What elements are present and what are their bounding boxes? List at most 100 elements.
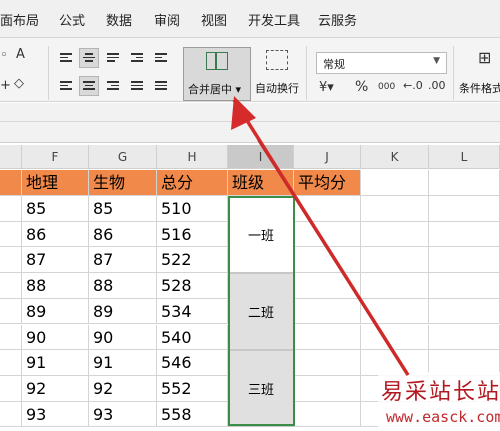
empty-cell[interactable] xyxy=(361,247,429,274)
empty-cell[interactable] xyxy=(429,170,500,196)
table-cell[interactable]: 92 xyxy=(22,375,89,402)
empty-cell[interactable] xyxy=(429,247,500,274)
empty-cell[interactable] xyxy=(429,324,500,351)
table-cell[interactable]: 534 xyxy=(157,298,228,325)
decimal-increase-icon[interactable]: ←.0 xyxy=(403,79,423,92)
empty-cell[interactable] xyxy=(0,221,22,248)
table-cell[interactable]: 92 xyxy=(89,375,157,402)
table-header-cell[interactable]: 生物 xyxy=(89,170,157,196)
table-cell[interactable]: 89 xyxy=(89,298,157,325)
table-cell[interactable]: 546 xyxy=(157,350,228,376)
table-header-cell[interactable]: 班级 xyxy=(228,170,294,196)
table-header-cell[interactable]: 总分 xyxy=(157,170,228,196)
thousands-separator-button[interactable]: 000 xyxy=(378,82,395,92)
align-middle-icon[interactable] xyxy=(79,48,99,68)
merged-cell-class-1[interactable]: 一班 xyxy=(228,196,294,273)
menu-developer-tools[interactable]: 开发工具 xyxy=(248,10,300,29)
align-right-icon[interactable] xyxy=(103,76,123,96)
merge-center-button[interactable]: 合并居中 ▾ xyxy=(183,47,251,101)
conditional-format-button[interactable]: 条件格式 xyxy=(459,80,500,96)
average-cell[interactable] xyxy=(294,247,361,274)
table-cell[interactable]: 86 xyxy=(22,221,89,248)
table-cell[interactable]: 93 xyxy=(22,401,89,428)
menu-view[interactable]: 视图 xyxy=(201,10,227,29)
average-cell[interactable] xyxy=(294,350,361,376)
conditional-format-icon[interactable]: ⊞ xyxy=(478,48,491,67)
table-header-cell[interactable]: 地理 xyxy=(22,170,89,196)
align-bottom-icon[interactable] xyxy=(103,48,123,68)
table-cell[interactable]: 87 xyxy=(89,247,157,274)
average-cell[interactable] xyxy=(294,324,361,351)
column-header-i[interactable]: I xyxy=(228,145,294,169)
column-header-e[interactable] xyxy=(0,145,22,169)
empty-cell[interactable] xyxy=(361,170,429,196)
merged-cell-class-3[interactable]: 三班 xyxy=(228,350,294,427)
empty-cell[interactable] xyxy=(429,221,500,248)
header-cell-e[interactable] xyxy=(0,170,22,196)
empty-cell[interactable] xyxy=(429,298,500,325)
table-cell[interactable]: 85 xyxy=(22,196,89,222)
table-header-cell[interactable]: 平均分 xyxy=(294,170,361,196)
empty-cell[interactable] xyxy=(0,401,22,428)
menu-cloud-services[interactable]: 云服务 xyxy=(318,10,357,29)
empty-cell[interactable] xyxy=(0,350,22,376)
table-cell[interactable]: 93 xyxy=(89,401,157,428)
table-cell[interactable]: 91 xyxy=(89,350,157,376)
merged-cell-class-2[interactable]: 二班 xyxy=(228,273,294,350)
column-header-h[interactable]: H xyxy=(157,145,228,169)
empty-cell[interactable] xyxy=(361,196,429,222)
menu-data[interactable]: 数据 xyxy=(106,10,132,29)
menu-page-layout[interactable]: 面布局 xyxy=(0,10,39,29)
empty-cell[interactable] xyxy=(0,273,22,299)
decimal-decrease-icon[interactable]: .00 xyxy=(428,79,446,92)
menu-review[interactable]: 审阅 xyxy=(154,10,180,29)
empty-cell[interactable] xyxy=(0,375,22,402)
table-cell[interactable]: 88 xyxy=(22,273,89,299)
table-cell[interactable]: 552 xyxy=(157,375,228,402)
align-center-icon[interactable] xyxy=(79,76,99,96)
empty-cell[interactable] xyxy=(361,324,429,351)
average-cell[interactable] xyxy=(294,196,361,222)
average-cell[interactable] xyxy=(294,273,361,299)
table-cell[interactable]: 558 xyxy=(157,401,228,428)
plus-icon[interactable]: + xyxy=(0,78,11,93)
align-top-icon[interactable] xyxy=(56,48,76,68)
empty-cell[interactable] xyxy=(361,298,429,325)
table-cell[interactable]: 522 xyxy=(157,247,228,274)
table-cell[interactable]: 516 xyxy=(157,221,228,248)
average-cell[interactable] xyxy=(294,221,361,248)
average-cell[interactable] xyxy=(294,401,361,428)
indent-increase-icon[interactable] xyxy=(151,48,171,68)
empty-cell[interactable] xyxy=(429,196,500,222)
wrap-text-icon[interactable] xyxy=(266,50,288,70)
menu-formulas[interactable]: 公式 xyxy=(59,10,85,29)
column-header-k[interactable]: K xyxy=(361,145,429,169)
font-size-icon[interactable]: A xyxy=(16,47,25,62)
column-header-f[interactable]: F xyxy=(22,145,89,169)
font-decrease-icon[interactable]: ◦ xyxy=(0,48,8,63)
justify-icon[interactable] xyxy=(127,76,147,96)
table-cell[interactable]: 87 xyxy=(22,247,89,274)
column-header-g[interactable]: G xyxy=(89,145,157,169)
table-cell[interactable]: 91 xyxy=(22,350,89,376)
table-cell[interactable]: 510 xyxy=(157,196,228,222)
empty-cell[interactable] xyxy=(0,298,22,325)
table-cell[interactable]: 540 xyxy=(157,324,228,351)
number-format-select[interactable]: 常规 ▼ xyxy=(316,52,447,74)
table-cell[interactable]: 89 xyxy=(22,298,89,325)
column-header-l[interactable]: L xyxy=(429,145,500,169)
auto-wrap-button[interactable]: 自动换行 xyxy=(255,80,299,96)
column-header-j[interactable]: J xyxy=(294,145,361,169)
table-cell[interactable]: 90 xyxy=(89,324,157,351)
average-cell[interactable] xyxy=(294,298,361,325)
align-left-icon[interactable] xyxy=(56,76,76,96)
table-cell[interactable]: 528 xyxy=(157,273,228,299)
average-cell[interactable] xyxy=(294,375,361,402)
percent-button[interactable]: % xyxy=(355,79,368,95)
distributed-align-icon[interactable] xyxy=(151,76,171,96)
currency-icon[interactable]: ¥▾ xyxy=(319,80,334,95)
empty-cell[interactable] xyxy=(0,196,22,222)
eraser-icon[interactable]: ◇ xyxy=(14,76,24,91)
empty-cell[interactable] xyxy=(429,273,500,299)
table-cell[interactable]: 90 xyxy=(22,324,89,351)
